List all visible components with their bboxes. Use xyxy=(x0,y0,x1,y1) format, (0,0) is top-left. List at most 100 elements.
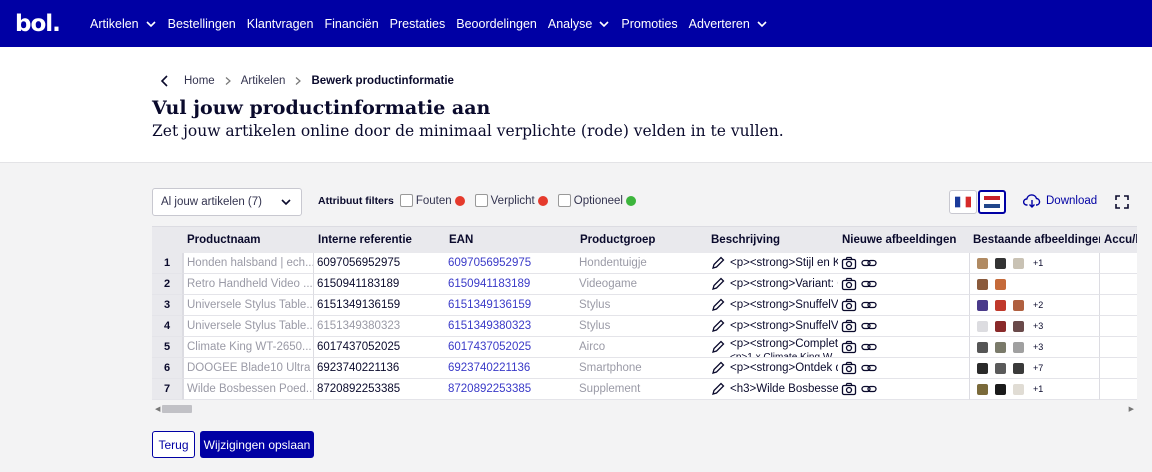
cell-productnaam[interactable]: Wilde Bosbessen Poed... xyxy=(183,379,314,400)
cell-bestaande-afbeeldingen[interactable]: +1 xyxy=(969,379,1100,400)
cell-accu[interactable] xyxy=(1100,253,1137,274)
product-thumbnail[interactable] xyxy=(995,362,1006,374)
cell-ean[interactable]: 6150941183189 xyxy=(445,274,576,295)
nav-item-adverteren[interactable]: Adverteren xyxy=(689,17,768,31)
cell-beschrijving[interactable]: <p><strong>Complete <p>1 x Climate King W xyxy=(707,337,838,358)
link-icon[interactable] xyxy=(861,382,877,396)
column-header-bestaande-afbeeldingen[interactable]: Bestaande afbeeldingen xyxy=(969,227,1100,253)
camera-icon[interactable] xyxy=(841,256,857,270)
language-fr-button[interactable] xyxy=(949,190,977,214)
link-icon[interactable] xyxy=(861,340,877,354)
pencil-icon[interactable] xyxy=(710,255,726,271)
cell-interne-referentie[interactable]: 8720892253385 xyxy=(314,379,445,400)
cell-productgroep[interactable]: Stylus xyxy=(576,295,707,316)
save-changes-button[interactable]: Wijzigingen opslaan xyxy=(200,431,314,458)
pencil-icon[interactable] xyxy=(710,276,726,292)
cell-bestaande-afbeeldingen[interactable]: +7 xyxy=(969,358,1100,379)
breadcrumb-articles[interactable]: Artikelen xyxy=(241,75,286,87)
link-icon[interactable] xyxy=(861,361,877,375)
cell-accu[interactable] xyxy=(1100,337,1137,358)
cell-ean[interactable]: 8720892253385 xyxy=(445,379,576,400)
more-images-count[interactable]: +3 xyxy=(1033,321,1043,331)
nav-item-bestellingen[interactable]: Bestellingen xyxy=(168,17,236,31)
column-header-interne-referentie[interactable]: Interne referentie xyxy=(314,227,445,253)
cell-accu[interactable] xyxy=(1100,316,1137,337)
cell-accu[interactable] xyxy=(1100,379,1137,400)
product-thumbnail[interactable] xyxy=(995,278,1006,290)
product-thumbnail[interactable] xyxy=(977,320,988,332)
column-header-productnaam[interactable]: Productnaam xyxy=(183,227,314,253)
scrollbar-thumb[interactable] xyxy=(162,405,192,413)
product-thumbnail[interactable] xyxy=(1013,341,1024,353)
column-header-nieuwe-afbeeldingen[interactable]: Nieuwe afbeeldingen xyxy=(838,227,969,253)
cell-ean[interactable]: 6151349380323 xyxy=(445,316,576,337)
filter-optional-checkbox[interactable] xyxy=(557,194,571,207)
cell-accu[interactable] xyxy=(1100,295,1137,316)
nav-item-beoordelingen[interactable]: Beoordelingen xyxy=(456,17,537,31)
cell-accu[interactable] xyxy=(1100,358,1137,379)
more-images-count[interactable]: +2 xyxy=(1033,300,1043,310)
camera-icon[interactable] xyxy=(841,361,857,375)
pencil-icon[interactable] xyxy=(710,360,726,376)
column-header-ean[interactable]: EAN xyxy=(445,227,576,253)
cell-productnaam[interactable]: Honden halsband | ech... xyxy=(183,253,314,274)
cell-ean[interactable]: 6151349136159 xyxy=(445,295,576,316)
product-thumbnail[interactable] xyxy=(977,299,988,311)
camera-icon[interactable] xyxy=(841,319,857,333)
product-thumbnail[interactable] xyxy=(1013,299,1024,311)
product-thumbnail[interactable] xyxy=(977,383,988,395)
product-thumbnail[interactable] xyxy=(1013,320,1024,332)
breadcrumb-home[interactable]: Home xyxy=(184,75,215,87)
product-thumbnail[interactable] xyxy=(995,320,1006,332)
cell-interne-referentie[interactable]: 6097056952975 xyxy=(314,253,445,274)
cell-productnaam[interactable]: Universele Stylus Table... xyxy=(183,295,314,316)
nav-item-artikelen[interactable]: Artikelen xyxy=(90,17,157,31)
cell-productnaam[interactable]: DOOGEE Blade10 Ultra ... xyxy=(183,358,314,379)
product-thumbnail[interactable] xyxy=(1013,383,1024,395)
cell-productnaam[interactable]: Retro Handheld Video ... xyxy=(183,274,314,295)
product-thumbnail[interactable] xyxy=(977,362,988,374)
pencil-icon[interactable] xyxy=(710,318,726,334)
product-thumbnail[interactable] xyxy=(995,299,1006,311)
horizontal-scrollbar[interactable]: ◀ ▶ xyxy=(152,402,1137,416)
cell-productgroep[interactable]: Airco xyxy=(576,337,707,358)
bol-logo[interactable]: bol. xyxy=(15,11,77,37)
cell-interne-referentie[interactable]: 6151349136159 xyxy=(314,295,445,316)
product-thumbnail[interactable] xyxy=(1013,257,1024,269)
cell-bestaande-afbeeldingen[interactable]: +3 xyxy=(969,337,1100,358)
cell-beschrijving[interactable]: <p><strong>SnuffelVo xyxy=(707,316,838,337)
filter-errors-checkbox[interactable] xyxy=(399,194,413,207)
nav-item-klantvragen[interactable]: Klantvragen xyxy=(247,17,314,31)
nav-item-financiën[interactable]: Financiën xyxy=(324,17,378,31)
cell-beschrijving[interactable]: <p><strong>Ontdek d xyxy=(707,358,838,379)
pencil-icon[interactable] xyxy=(710,297,726,313)
cell-accu[interactable] xyxy=(1100,274,1137,295)
fullscreen-icon[interactable] xyxy=(1115,195,1129,209)
pencil-icon[interactable] xyxy=(710,339,726,355)
back-button[interactable]: Terug xyxy=(152,431,195,458)
cell-ean[interactable]: 6097056952975 xyxy=(445,253,576,274)
link-icon[interactable] xyxy=(861,277,877,291)
cell-ean[interactable]: 6017437052025 xyxy=(445,337,576,358)
column-header-productgroep[interactable]: Productgroep xyxy=(576,227,707,253)
cell-beschrijving[interactable]: <p><strong>Variant: C xyxy=(707,274,838,295)
link-icon[interactable] xyxy=(861,298,877,312)
pencil-icon[interactable] xyxy=(710,381,726,397)
cell-productgroep[interactable]: Supplement xyxy=(576,379,707,400)
camera-icon[interactable] xyxy=(841,298,857,312)
cell-interne-referentie[interactable]: 6151349380323 xyxy=(314,316,445,337)
cell-beschrijving[interactable]: <h3>Wilde Bosbesser xyxy=(707,379,838,400)
product-thumbnail[interactable] xyxy=(995,257,1006,269)
more-images-count[interactable]: +1 xyxy=(1033,258,1043,268)
camera-icon[interactable] xyxy=(841,277,857,291)
cell-productgroep[interactable]: Videogame xyxy=(576,274,707,295)
article-filter-select[interactable]: Al jouw artikelen (7) xyxy=(152,188,302,216)
product-thumbnail[interactable] xyxy=(995,341,1006,353)
column-header-rownum[interactable] xyxy=(152,227,183,253)
camera-icon[interactable] xyxy=(841,340,857,354)
link-icon[interactable] xyxy=(861,319,877,333)
nav-item-prestaties[interactable]: Prestaties xyxy=(390,17,446,31)
language-nl-button[interactable] xyxy=(978,190,1006,214)
product-thumbnail[interactable] xyxy=(995,383,1006,395)
cell-bestaande-afbeeldingen[interactable]: +3 xyxy=(969,316,1100,337)
